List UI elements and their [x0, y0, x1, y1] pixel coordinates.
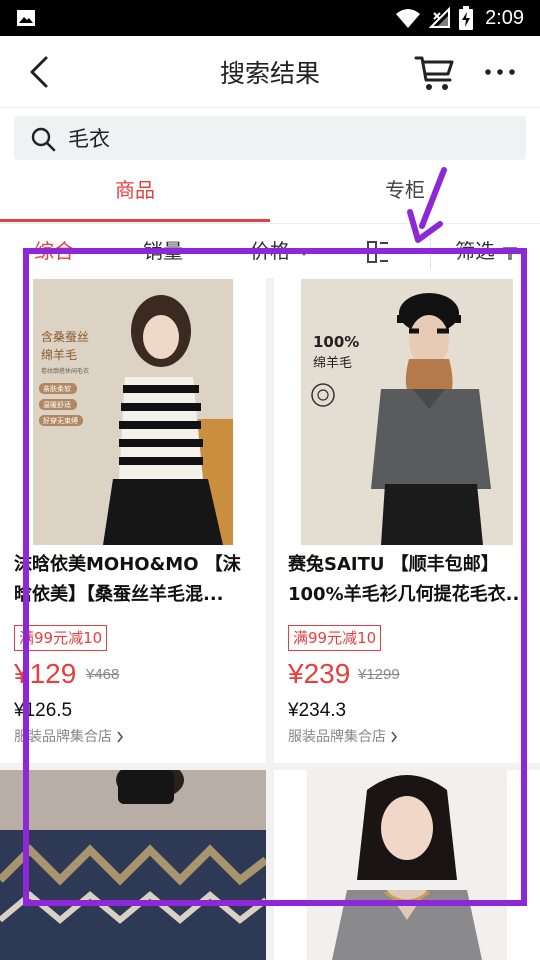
image-caption: 含桑蚕丝: [41, 329, 89, 344]
filter-label: 筛选: [455, 239, 495, 263]
image-caption: 亲肤柔软: [43, 384, 71, 393]
product-card[interactable]: 含桑蚕丝 绵羊毛 卷纹廓搭休闲毛衣 亲肤柔软 温暖舒适 好穿无束缚 沫晗依美MO…: [0, 278, 266, 763]
active-tab-indicator: [0, 219, 270, 222]
product-photo-sweater: 100% 绵羊毛: [301, 279, 513, 545]
original-price: ¥1299: [358, 666, 400, 683]
shopping-cart-icon[interactable]: [412, 50, 456, 94]
product-name: 赛兔SAITU 【顺丰包邮】100%羊毛衫几何提花毛衣...: [288, 554, 527, 605]
product-card[interactable]: 100% 绵羊毛 赛兔SAITU 【顺丰包邮】100%羊毛衫几何提花毛衣... …: [274, 278, 540, 763]
chevron-right-icon: [391, 731, 398, 743]
shop-link[interactable]: 服装品牌集合店: [288, 726, 398, 746]
shop-name: 服装品牌集合店: [288, 729, 386, 745]
product-grid: 含桑蚕丝 绵羊毛 卷纹廓搭休闲毛衣 亲肤柔软 温暖舒适 好穿无束缚 沫晗依美MO…: [0, 278, 540, 960]
image-caption: 温暖舒适: [43, 400, 71, 409]
tab-products[interactable]: 商品: [0, 164, 270, 224]
product-image: 100% 绵羊毛: [301, 279, 513, 545]
caret-down-icon: [299, 249, 310, 256]
image-caption: 绵羊毛: [313, 355, 352, 371]
filter-button[interactable]: 筛选: [455, 226, 518, 278]
search-icon: [31, 127, 56, 152]
promo-badge: 满99元减10: [14, 625, 108, 651]
tab-products-label: 商品: [115, 178, 155, 202]
signal-icon: [429, 7, 451, 28]
promo-badge: 满99元减10: [288, 625, 382, 651]
shop-link[interactable]: 服装品牌集合店: [14, 726, 124, 746]
product-card[interactable]: [274, 770, 540, 960]
status-time: 2:09: [485, 6, 524, 29]
sort-divider: [430, 236, 431, 270]
search-bar[interactable]: [14, 116, 526, 160]
wifi-icon: [396, 9, 421, 28]
original-price: ¥468: [86, 666, 120, 683]
more-options-icon[interactable]: [480, 54, 520, 90]
sort-comprehensive[interactable]: 综合: [34, 226, 74, 278]
image-notification-icon: [17, 10, 35, 26]
product-image: 含桑蚕丝 绵羊毛 卷纹廓搭休闲毛衣 亲肤柔软 温暖舒适 好穿无束缚: [33, 279, 233, 545]
member-price: ¥234.3: [288, 700, 347, 721]
sort-sales[interactable]: 销量: [143, 226, 183, 278]
filter-icon: [502, 246, 518, 260]
sort-price-label: 价格: [250, 239, 290, 263]
image-caption: 绵羊毛: [41, 347, 77, 362]
image-caption: 好穿无束缚: [43, 416, 78, 425]
product-image: [307, 770, 507, 960]
battery-charging-icon: [459, 6, 474, 30]
grid-view-toggle-icon[interactable]: [366, 240, 390, 264]
search-input[interactable]: [68, 116, 508, 160]
sort-bar: 综合 销量 价格 筛选: [0, 226, 540, 278]
product-photo-sweater: 含桑蚕丝 绵羊毛 卷纹廓搭休闲毛衣 亲肤柔软 温暖舒适 好穿无束缚: [33, 279, 233, 545]
shop-name: 服装品牌集合店: [14, 729, 112, 745]
product-photo-sweater: [307, 770, 507, 960]
product-photo-sweater: [0, 770, 266, 960]
product-price: ¥129: [14, 658, 77, 689]
product-image: [0, 770, 266, 960]
image-caption: 100%: [313, 333, 359, 351]
tab-counters[interactable]: 专柜: [270, 164, 540, 224]
main-tabs: 商品 专柜: [0, 164, 540, 224]
image-caption: 卷纹廓搭休闲毛衣: [41, 367, 89, 375]
product-card[interactable]: [0, 770, 266, 960]
status-bar: 2:09: [0, 0, 540, 36]
product-price: ¥239: [288, 658, 351, 689]
chevron-right-icon: [117, 731, 124, 743]
status-icons: 2:09: [395, 6, 524, 30]
sort-price[interactable]: 价格: [250, 226, 310, 278]
member-price: ¥126.5: [14, 700, 73, 721]
tab-counters-label: 专柜: [385, 178, 425, 202]
product-name: 沫晗依美MOHO&MO 【沫晗依美】【桑蚕丝羊毛混...: [14, 554, 241, 605]
page-title: 搜索结果: [219, 59, 320, 88]
title-bar: 搜索结果: [0, 36, 540, 108]
